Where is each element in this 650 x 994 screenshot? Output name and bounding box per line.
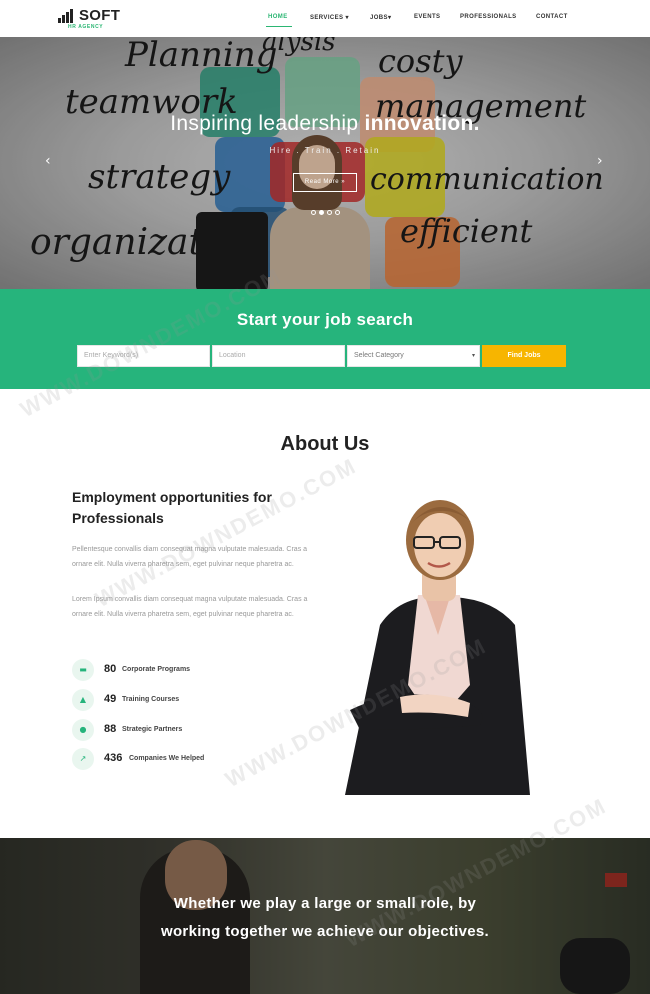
- about-heading: Employment opportunities for Professiona…: [72, 489, 272, 526]
- hero-slider: Planning alysis costy teamwork managemen…: [0, 37, 650, 289]
- hero-title-light: Inspiring leadership: [170, 112, 365, 135]
- slider-dot[interactable]: [327, 210, 332, 215]
- logo-tagline: HR AGENCY: [68, 24, 104, 30]
- stat-number: 49: [104, 693, 117, 705]
- chevron-left-icon[interactable]: ‹: [45, 153, 51, 169]
- stat-item: ● 88 Strategic Partners: [72, 719, 302, 743]
- nav-events[interactable]: EVENTS: [414, 14, 440, 20]
- quote-banner: Whether we play a large or small role, b…: [0, 838, 650, 994]
- slider-dots: [311, 210, 341, 216]
- watermark: WWW.DOWNDEMO.COM: [91, 452, 361, 613]
- nav-active-indicator: [266, 26, 292, 27]
- stat-label: Corporate Programs: [122, 666, 191, 673]
- briefcase-icon: ▬: [72, 659, 94, 681]
- nav-services[interactable]: SERVICES ▾: [310, 14, 349, 21]
- logo[interactable]: SOFT HR AGENCY: [58, 7, 138, 33]
- hero-subtitle: Hire . Train . Retain: [269, 146, 381, 155]
- job-search-title: Start your job search: [236, 310, 414, 329]
- stat-item: ▲ 49 Training Courses: [72, 689, 302, 713]
- about-paragraph: Lorem Ipsum convallis diam consequat mag…: [72, 596, 308, 618]
- hero-title-bold: innovation.: [364, 112, 480, 135]
- location-input[interactable]: Location: [212, 345, 345, 367]
- stat-number: 436: [104, 752, 123, 764]
- job-search-section: Start your job search Enter Keyword(s) L…: [0, 289, 650, 389]
- keyword-input[interactable]: Enter Keyword(s): [77, 345, 210, 367]
- find-jobs-button[interactable]: Find Jobs: [482, 345, 566, 367]
- nav-contact[interactable]: CONTACT: [536, 14, 568, 20]
- bar-chart-logo-icon: [58, 9, 76, 23]
- businesswoman-image: [345, 500, 530, 795]
- site-header: SOFT HR AGENCY HOME SERVICES ▾ JOBS▾ EVE…: [0, 0, 650, 37]
- read-more-button[interactable]: Read More »: [293, 173, 357, 192]
- stat-number: 88: [104, 723, 117, 735]
- stat-label: Companies We Helped: [129, 755, 205, 762]
- quote-line: Whether we play a large or small role, b…: [173, 895, 477, 912]
- quote-text: Whether we play a large or small role, b…: [0, 890, 650, 946]
- stat-item: ▬ 80 Corporate Programs: [72, 659, 302, 683]
- slider-dot-active[interactable]: [319, 210, 324, 215]
- hero-title: Inspiring leadership innovation.: [0, 112, 650, 136]
- slider-dot[interactable]: [311, 210, 316, 215]
- stat-item: ↗ 436 Companies We Helped: [72, 748, 302, 772]
- chevron-down-icon: ▾: [471, 353, 475, 359]
- graduation-cap-icon: ▲: [72, 689, 94, 711]
- quote-line: working together we achieve our objectiv…: [161, 923, 489, 940]
- category-select-value: Select Category: [354, 352, 404, 359]
- user-icon: ●: [72, 719, 94, 741]
- about-title: About Us: [280, 433, 370, 455]
- nav-professionals[interactable]: PROFESSIONALS: [460, 14, 517, 20]
- nav-jobs[interactable]: JOBS▾: [370, 14, 391, 21]
- nav-home[interactable]: HOME: [268, 14, 288, 20]
- stat-label: Strategic Partners: [122, 726, 183, 733]
- category-select[interactable]: Select Category ▾: [347, 345, 480, 367]
- about-paragraph: Pellentesque convallis diam consequat ma…: [72, 546, 308, 568]
- chevron-right-icon[interactable]: ›: [597, 153, 603, 169]
- slider-dot[interactable]: [335, 210, 340, 215]
- stat-label: Training Courses: [122, 696, 180, 703]
- logo-name: SOFT: [79, 7, 121, 24]
- stat-number: 80: [104, 663, 117, 675]
- chart-line-icon: ↗: [72, 748, 94, 770]
- hero-overlay: [0, 37, 650, 289]
